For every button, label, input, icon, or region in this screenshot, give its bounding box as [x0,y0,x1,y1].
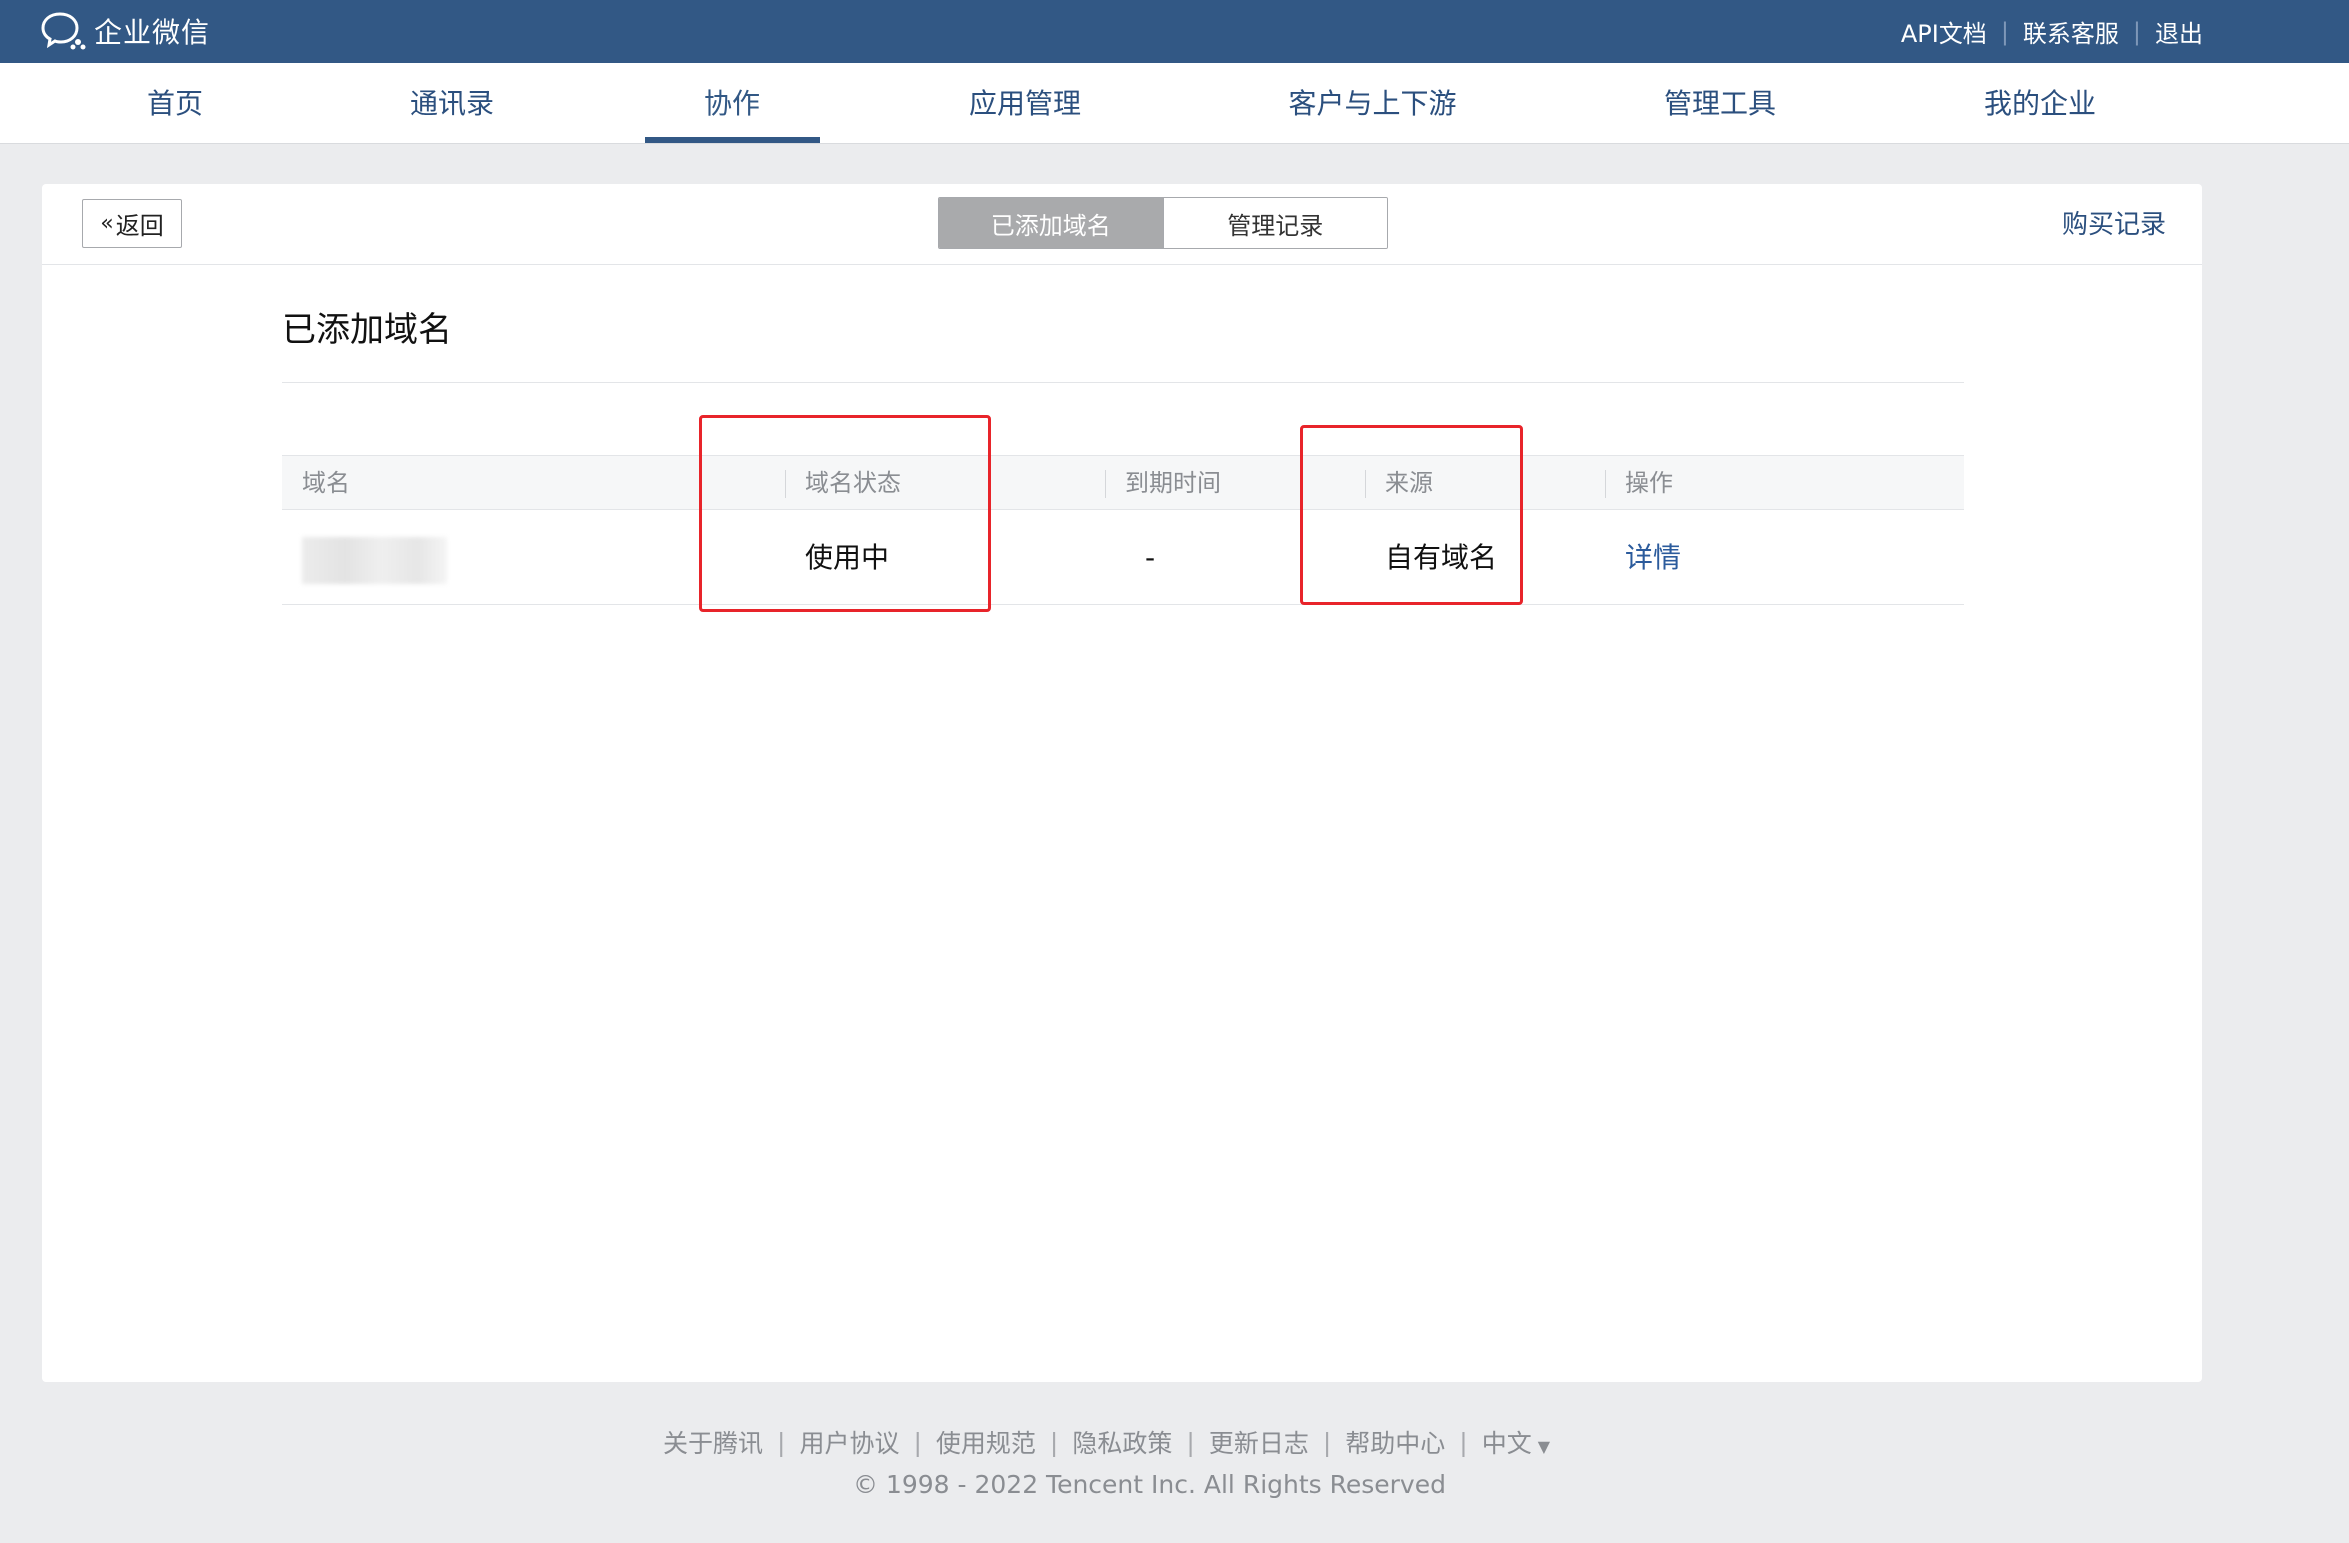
top-links: API文档 | 联系客服 | 退出 [1901,0,2203,63]
cell-expire: - [1145,541,1156,574]
footer-link-changelog[interactable]: 更新日志 [1209,1424,1309,1460]
nav-item-my-company[interactable]: 我的企业 [1965,63,2115,144]
content-card: « 返回 已添加域名 管理记录 购买记录 已添加域名 域名 域名状态 到期时间 … [42,184,2202,1382]
highlight-box-source [1300,425,1523,605]
double-chevron-left-icon: « [100,211,114,236]
divider: | [913,1427,922,1457]
divider: | [1186,1427,1195,1457]
contact-support-link[interactable]: 联系客服 [2023,14,2119,49]
footer-link-usage-rules[interactable]: 使用规范 [936,1424,1036,1460]
nav-item-contacts[interactable]: 通讯录 [392,63,512,144]
divider: | [2132,17,2141,46]
back-label: 返回 [115,212,164,240]
nav-item-customers[interactable]: 客户与上下游 [1275,63,1470,144]
divider: | [1049,1427,1059,1457]
nav-item-home[interactable]: 首页 [115,63,235,144]
details-link[interactable]: 详情 [1605,510,1681,605]
app-logo[interactable]: 企业微信 [40,10,210,52]
footer-link-about[interactable]: 关于腾讯 [663,1424,763,1460]
header-expire-label: 到期时间 [1125,469,1221,497]
header-domain: 域名 [302,469,350,497]
section-title: 已添加域名 [282,310,452,350]
divider [282,382,1964,383]
table-row: 使用中 - 自有域名 详情 [282,510,1964,605]
divider: | [777,1427,786,1457]
nav-item-collaboration[interactable]: 协作 [672,63,792,144]
footer-link-privacy[interactable]: 隐私政策 [1072,1424,1172,1460]
active-tab-indicator [645,137,820,143]
highlight-box-status [699,415,991,612]
language-label: 中文 [1481,1429,1532,1458]
top-bar: 企业微信 API文档 | 联系客服 | 退出 [0,0,2349,63]
header-action: 操作 [1605,456,1673,511]
caret-down-icon: ▼ [1537,1437,1551,1456]
wecom-logo-icon [41,12,86,50]
header-expire: 到期时间 [1105,456,1221,511]
tab-added-domains[interactable]: 已添加域名 [939,198,1163,248]
divider: | [1322,1427,1332,1457]
nav-item-app-management[interactable]: 应用管理 [950,63,1100,144]
nav-item-admin-tools[interactable]: 管理工具 [1645,63,1795,144]
api-docs-link[interactable]: API文档 [1901,14,1987,49]
card-header: « 返回 已添加域名 管理记录 购买记录 [42,184,2202,265]
divider: | [1459,1427,1468,1457]
header-action-label: 操作 [1625,469,1673,497]
table-header: 域名 域名状态 到期时间 来源 操作 [282,455,1964,510]
app-title: 企业微信 [94,16,211,49]
divider: | [2000,17,2009,46]
footer-link-agreement[interactable]: 用户协议 [799,1424,899,1460]
footer-link-help[interactable]: 帮助中心 [1345,1424,1445,1460]
tab-management-records[interactable]: 管理记录 [1162,198,1387,248]
language-selector[interactable]: 中文 ▼ [1482,1424,1550,1460]
copyright: © 1998 - 2022 Tencent Inc. All Rights Re… [853,1470,1446,1499]
purchase-records-link[interactable]: 购买记录 [2062,204,2166,241]
back-button[interactable]: « 返回 [82,199,182,248]
main-nav: 首页 通讯录 协作 应用管理 客户与上下游 管理工具 我的企业 [0,63,2349,144]
domain-table: 域名 域名状态 到期时间 来源 操作 使用中 - 自有域名 详情 [282,455,1964,605]
segmented-tabs: 已添加域名 管理记录 [938,197,1388,249]
logout-link[interactable]: 退出 [2155,14,2203,49]
redacted-domain [302,537,447,584]
